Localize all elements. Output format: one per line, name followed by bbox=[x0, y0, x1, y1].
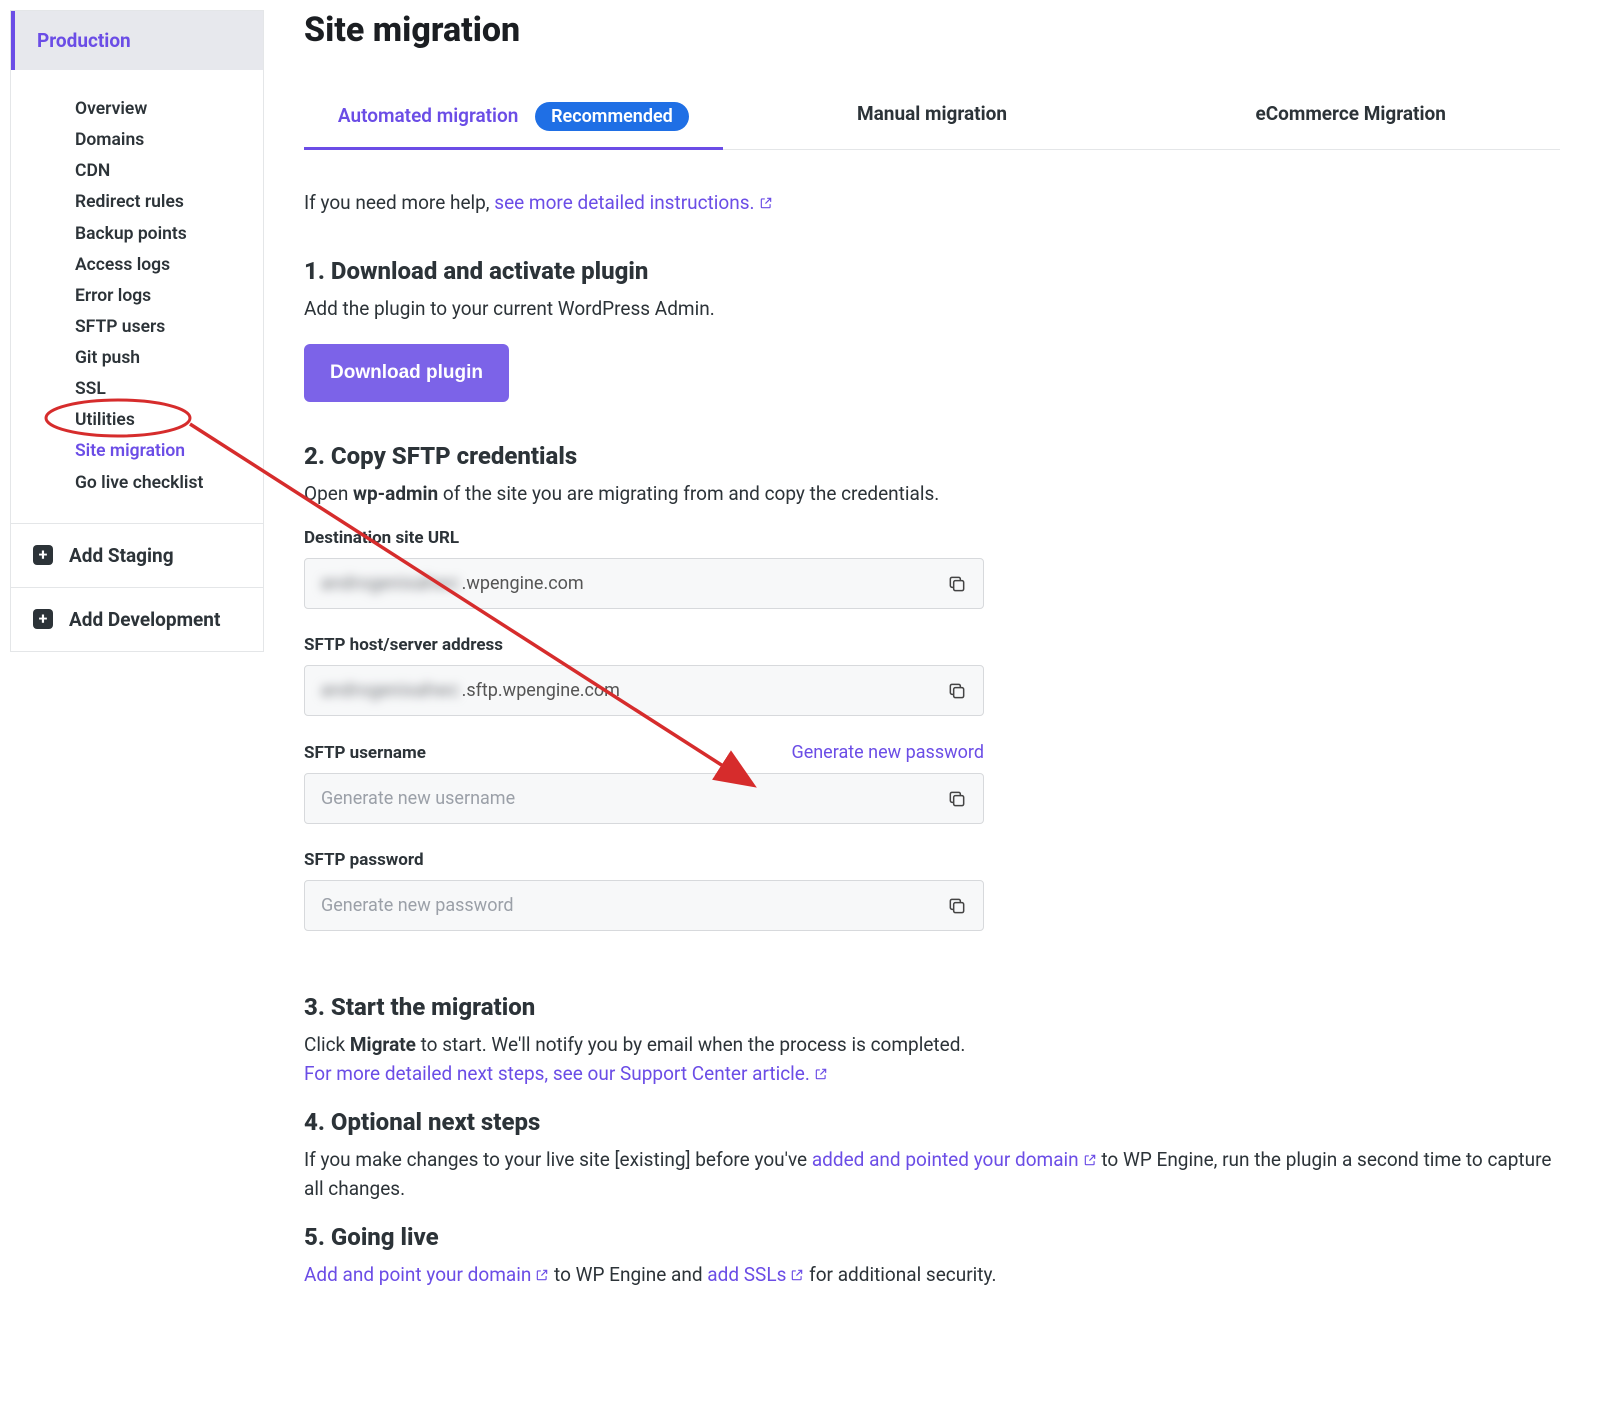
step1-title: 1. Download and activate plugin bbox=[304, 257, 1560, 285]
help-text: If you need more help, see more detailed… bbox=[304, 188, 1560, 217]
sftp-host-field[interactable]: androgenixahwc.sftp.wpengine.com bbox=[304, 665, 984, 716]
dest-url-label: Destination site URL bbox=[304, 528, 459, 548]
sftp-password-label: SFTP password bbox=[304, 850, 424, 870]
sidebar-item-backup-points[interactable]: Backup points bbox=[75, 219, 243, 250]
sftp-host-label: SFTP host/server address bbox=[304, 635, 503, 655]
migration-tabs: Automated migration Recommended Manual m… bbox=[304, 86, 1560, 150]
sidebar-item-redirect-rules[interactable]: Redirect rules bbox=[75, 187, 243, 218]
tab-manual[interactable]: Manual migration bbox=[723, 86, 1142, 149]
copy-icon[interactable] bbox=[947, 896, 967, 916]
dest-url-value: androgenixahwc.wpengine.com bbox=[321, 573, 947, 594]
sidebar-item-site-migration[interactable]: Site migration bbox=[75, 436, 243, 467]
step4-desc: If you make changes to your live site [e… bbox=[304, 1146, 1560, 1203]
external-link-icon bbox=[1083, 1153, 1097, 1167]
step1-desc: Add the plugin to your current WordPress… bbox=[304, 295, 1560, 324]
step3-title: 3. Start the migration bbox=[304, 993, 1560, 1021]
copy-icon[interactable] bbox=[947, 574, 967, 594]
sftp-password-field[interactable]: Generate new password bbox=[304, 880, 984, 931]
generate-password-link[interactable]: Generate new password bbox=[791, 742, 984, 763]
support-link[interactable]: For more detailed next steps, see our Su… bbox=[304, 1062, 828, 1085]
tab-ecommerce[interactable]: eCommerce Migration bbox=[1141, 86, 1560, 149]
sidebar-env-header[interactable]: Production bbox=[11, 11, 263, 70]
step2-title: 2. Copy SFTP credentials bbox=[304, 442, 1560, 470]
add-development-label: Add Development bbox=[69, 608, 220, 631]
page-title: Site migration bbox=[304, 10, 1560, 50]
step5-title: 5. Going live bbox=[304, 1223, 1560, 1251]
tab-automated[interactable]: Automated migration Recommended bbox=[304, 86, 723, 149]
sidebar-item-overview[interactable]: Overview bbox=[75, 94, 243, 125]
sidebar-item-cdn[interactable]: CDN bbox=[75, 156, 243, 187]
copy-icon[interactable] bbox=[947, 789, 967, 809]
plus-icon: + bbox=[33, 545, 53, 565]
download-plugin-button[interactable]: Download plugin bbox=[304, 344, 509, 402]
sidebar-item-utilities[interactable]: Utilities bbox=[75, 405, 243, 436]
add-staging-button[interactable]: + Add Staging bbox=[11, 523, 263, 587]
sidebar-item-domains[interactable]: Domains bbox=[75, 125, 243, 156]
add-staging-label: Add Staging bbox=[69, 544, 174, 567]
add-development-button[interactable]: + Add Development bbox=[11, 587, 263, 651]
step4-title: 4. Optional next steps bbox=[304, 1108, 1560, 1136]
step5-desc: Add and point your domain to WP Engine a… bbox=[304, 1261, 1560, 1290]
step3-desc: Click Migrate to start. We'll notify you… bbox=[304, 1031, 1560, 1088]
help-link[interactable]: see more detailed instructions. bbox=[494, 191, 772, 214]
sidebar-item-git-push[interactable]: Git push bbox=[75, 343, 243, 374]
dest-url-field[interactable]: androgenixahwc.wpengine.com bbox=[304, 558, 984, 609]
external-link-icon bbox=[759, 196, 773, 210]
domain-link[interactable]: added and pointed your domain bbox=[812, 1148, 1097, 1171]
external-link-icon bbox=[814, 1067, 828, 1081]
external-link-icon bbox=[535, 1268, 549, 1282]
sidebar-nav: OverviewDomainsCDNRedirect rulesBackup p… bbox=[11, 70, 263, 523]
copy-icon[interactable] bbox=[947, 681, 967, 701]
sidebar-item-access-logs[interactable]: Access logs bbox=[75, 250, 243, 281]
sidebar-item-ssl[interactable]: SSL bbox=[75, 374, 243, 405]
tab-automated-label: Automated migration bbox=[338, 104, 518, 127]
sftp-password-placeholder: Generate new password bbox=[321, 895, 947, 916]
add-ssl-link[interactable]: add SSLs bbox=[707, 1263, 804, 1286]
step2-desc: Open wp-admin of the site you are migrat… bbox=[304, 480, 1560, 509]
sftp-username-placeholder: Generate new username bbox=[321, 788, 947, 809]
sidebar-item-sftp-users[interactable]: SFTP users bbox=[75, 312, 243, 343]
sidebar-item-error-logs[interactable]: Error logs bbox=[75, 281, 243, 312]
sftp-username-label: SFTP username bbox=[304, 743, 426, 763]
plus-icon: + bbox=[33, 609, 53, 629]
recommended-badge: Recommended bbox=[535, 102, 689, 131]
sidebar-item-go-live-checklist[interactable]: Go live checklist bbox=[75, 468, 243, 499]
sftp-host-value: androgenixahwc.sftp.wpengine.com bbox=[321, 680, 947, 701]
external-link-icon bbox=[790, 1268, 804, 1282]
point-domain-link[interactable]: Add and point your domain bbox=[304, 1263, 549, 1286]
sftp-username-field[interactable]: Generate new username bbox=[304, 773, 984, 824]
